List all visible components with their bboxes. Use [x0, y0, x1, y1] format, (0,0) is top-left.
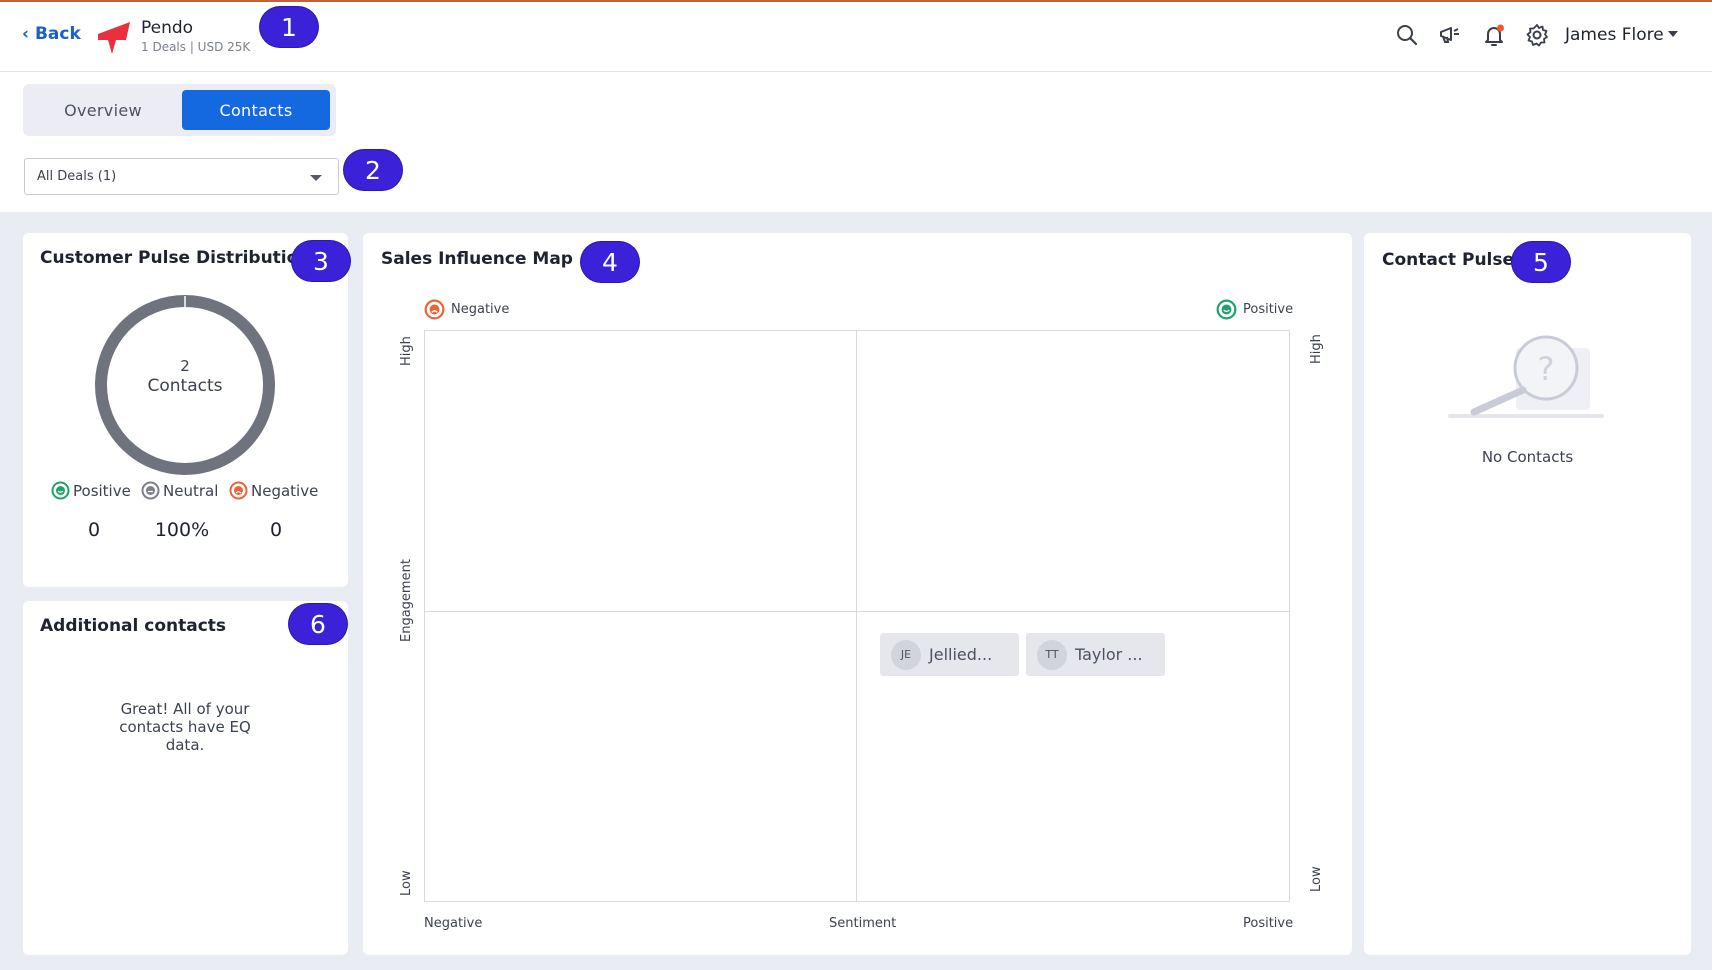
- frown-icon: [229, 481, 248, 500]
- account-name: Pendo: [141, 18, 194, 38]
- callout-badge-6: 6: [289, 604, 347, 644]
- x-axis-title: Sentiment: [829, 916, 897, 931]
- callout-badge-2: 2: [344, 150, 402, 190]
- contact-chip[interactable]: JE Jellied...: [880, 633, 1019, 676]
- donut-total-label: Contacts: [147, 376, 223, 396]
- y-axis-high-left: High: [399, 336, 414, 366]
- y-axis-low-right: Low: [1309, 866, 1324, 892]
- smile-icon: [51, 481, 70, 500]
- legend-negative-label: Negative: [251, 481, 319, 500]
- y-axis-high-right: High: [1309, 334, 1324, 364]
- map-positive-marker: Positive: [1216, 299, 1293, 320]
- callout-badge-3: 3: [292, 241, 350, 281]
- gear-icon[interactable]: [1524, 22, 1550, 48]
- positive-count: 0: [87, 519, 101, 541]
- callout-badge-4: 4: [581, 242, 639, 282]
- view-tabs: Overview Contacts: [23, 84, 336, 136]
- page-edge: [1712, 0, 1719, 970]
- smile-icon: [1216, 299, 1237, 320]
- legend-negative: Negative: [229, 481, 318, 500]
- user-name: James Flore: [1565, 25, 1664, 45]
- contact-pulse-empty-text: No Contacts: [1481, 448, 1574, 466]
- back-link[interactable]: ‹ Back: [22, 24, 81, 44]
- contact-name: Jellied...: [929, 645, 993, 664]
- search-icon[interactable]: [1394, 22, 1420, 48]
- y-axis-title: Engagement: [399, 559, 414, 642]
- deal-filter-value: All Deals (1): [37, 169, 117, 184]
- caret-down-icon: [1667, 31, 1678, 37]
- contact-chip[interactable]: TT Taylor ...: [1026, 633, 1165, 676]
- neutral-face-icon: [141, 481, 160, 500]
- svg-text:?: ?: [1538, 350, 1555, 388]
- quadrant-horizontal-divider: [424, 611, 1290, 612]
- x-axis-positive: Positive: [1243, 916, 1294, 931]
- bell-icon[interactable]: [1481, 22, 1507, 48]
- contact-pulse-title: Contact Pulse: [1382, 250, 1515, 270]
- deal-filter-dropdown[interactable]: All Deals (1): [24, 158, 339, 195]
- influence-map-title: Sales Influence Map: [381, 249, 573, 269]
- app-header: ‹ Back Pendo 1 Deals | USD 25K James Flo…: [0, 2, 1719, 72]
- chevron-left-icon: ‹: [22, 24, 30, 44]
- callout-badge-1: 1: [260, 7, 318, 47]
- notification-dot: [1497, 24, 1504, 32]
- map-negative-label: Negative: [451, 302, 510, 317]
- legend-neutral-label: Neutral: [163, 481, 219, 500]
- contact-name: Taylor ...: [1075, 645, 1143, 664]
- legend-positive-label: Positive: [73, 481, 131, 500]
- map-negative-marker: Negative: [424, 299, 509, 320]
- empty-search-illustration: ?: [1448, 335, 1604, 418]
- pulse-distribution-title: Customer Pulse Distribution: [40, 248, 311, 268]
- additional-contacts-card: [23, 601, 348, 955]
- negative-count: 0: [269, 519, 283, 541]
- x-axis-negative: Negative: [424, 916, 483, 931]
- tab-contacts[interactable]: Contacts: [182, 90, 330, 130]
- map-positive-label: Positive: [1243, 302, 1294, 317]
- pendo-logo: [98, 22, 130, 54]
- quadrant-vertical-divider: [856, 330, 857, 902]
- y-axis-low-left: Low: [399, 870, 414, 896]
- neutral-percent: 100%: [154, 519, 210, 541]
- tab-overview[interactable]: Overview: [29, 90, 177, 130]
- contact-avatar: JE: [891, 639, 921, 670]
- donut-total: 2: [180, 357, 190, 375]
- additional-contacts-message: Great! All of your contacts have EQ data…: [119, 700, 251, 754]
- additional-contacts-title: Additional contacts: [40, 616, 227, 636]
- influence-quadrant-grid: [424, 330, 1290, 902]
- callout-badge-5: 5: [1512, 242, 1570, 282]
- legend-positive: Positive: [51, 481, 131, 500]
- back-label: Back: [34, 24, 81, 44]
- user-menu[interactable]: James Flore: [1565, 25, 1678, 45]
- account-summary: 1 Deals | USD 25K: [141, 40, 251, 54]
- megaphone-icon[interactable]: [1437, 22, 1463, 48]
- contact-avatar: TT: [1037, 639, 1067, 670]
- chevron-down-icon: [310, 175, 322, 181]
- frown-icon: [424, 299, 445, 320]
- legend-neutral: Neutral: [141, 481, 218, 500]
